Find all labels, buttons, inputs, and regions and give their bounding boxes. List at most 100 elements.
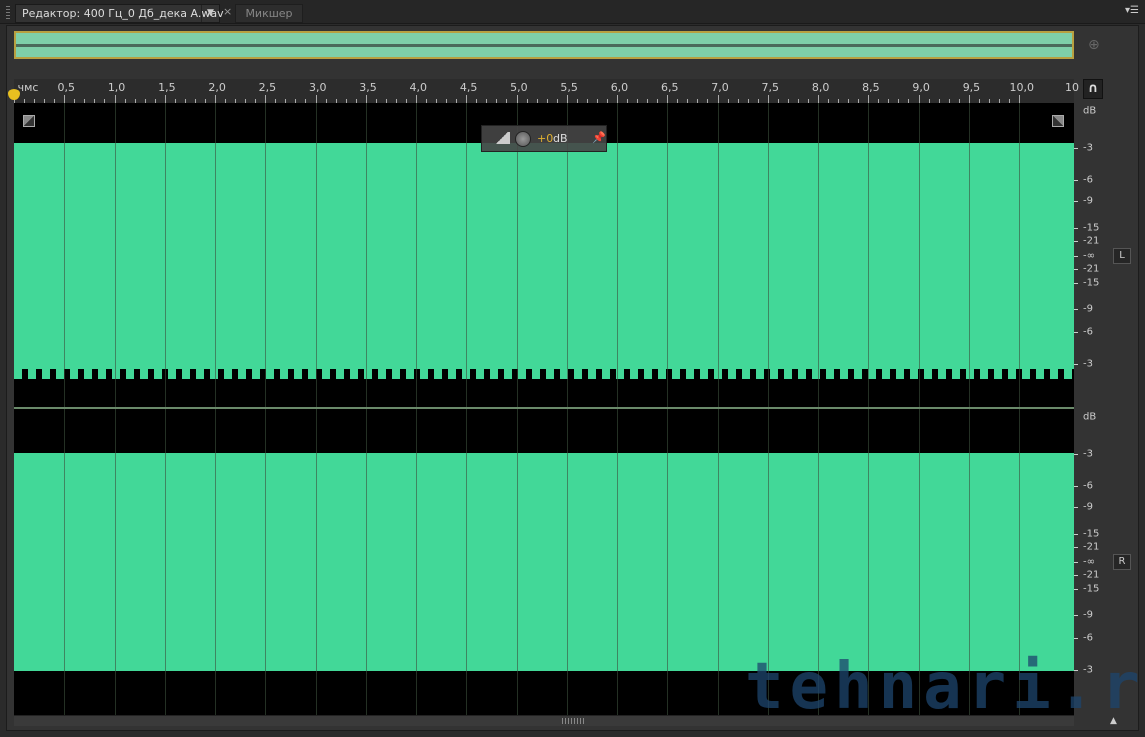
db-tick: [1074, 562, 1078, 563]
ruler-label: 4,0: [409, 81, 428, 94]
tab-mixer-label: Микшер: [245, 7, 293, 20]
gain-value[interactable]: +0: [537, 132, 553, 145]
grid-line: [365, 103, 367, 407]
ruler-tick: [265, 95, 267, 103]
ruler-tick: [566, 95, 568, 103]
grid-line: [315, 103, 317, 407]
db-label: -21: [1083, 235, 1100, 247]
db-label: -9: [1083, 501, 1093, 513]
ruler-tick: [64, 95, 66, 103]
ruler-label: 1,0: [107, 81, 126, 94]
db-label: dB: [1083, 411, 1097, 423]
ruler-tick: [818, 95, 819, 103]
grid-line: [215, 409, 216, 715]
grid-line: [64, 409, 66, 715]
waveform-edge: [14, 369, 1074, 379]
grid-line: [667, 409, 669, 715]
grid-line: [114, 409, 116, 715]
db-tick: [1074, 269, 1078, 270]
tab-mixer[interactable]: Микшер: [235, 4, 303, 23]
channel-right-button[interactable]: R: [1113, 554, 1131, 570]
db-tick: [1074, 638, 1078, 639]
db-tick: [1074, 332, 1078, 333]
ruler-tick: [365, 95, 367, 103]
db-label: -6: [1083, 174, 1093, 186]
db-tick: [1074, 534, 1078, 535]
grid-line: [416, 103, 417, 407]
db-tick: [1074, 148, 1078, 149]
panel-grip[interactable]: [6, 6, 10, 20]
grid-line: [968, 103, 970, 407]
snap-magnet-button[interactable]: ∩: [1083, 79, 1103, 99]
db-label: -9: [1083, 195, 1093, 207]
db-label: -∞: [1083, 556, 1095, 568]
ruler-label: 3,0: [308, 81, 327, 94]
ruler-tick: [416, 95, 417, 103]
scroll-thumb[interactable]: [562, 718, 586, 724]
ruler-tick: [667, 95, 669, 103]
ruler-label: 8,0: [811, 81, 830, 94]
watermark: tehnari.ru: [745, 650, 1145, 724]
ruler-tick: [315, 95, 317, 103]
db-tick: [1074, 201, 1078, 202]
grid-line: [918, 103, 920, 407]
waveform: [14, 143, 1074, 371]
ruler-label: 10: [1065, 81, 1079, 94]
hud-gain-control: +0 dB 📌: [481, 125, 607, 152]
channel-label: R: [1118, 556, 1126, 567]
ruler-unit: чмс: [17, 81, 39, 94]
grid-line: [365, 409, 367, 715]
grid-line: [466, 103, 468, 407]
ruler-label: 5,0: [510, 81, 528, 94]
db-tick: [1074, 507, 1078, 508]
db-label: -9: [1083, 609, 1093, 621]
time-ruler[interactable]: чмс 0,5 1,0 1,5 2,0 2,5 3,0 3,5 4,0 4,5 5,0 5,5 6,0…: [14, 79, 1079, 103]
fade-in-handle[interactable]: [23, 115, 35, 127]
file-dropdown-button[interactable]: ▼: [201, 5, 219, 22]
ruler-tick: [466, 95, 468, 103]
grid-line: [416, 409, 417, 715]
grid-line: [617, 103, 618, 407]
ruler-tick: [114, 95, 116, 103]
ruler-tick: [617, 95, 618, 103]
gain-unit: dB: [553, 132, 568, 145]
db-label: -15: [1083, 583, 1100, 595]
ruler-label: 0,5: [57, 81, 76, 94]
grid-line: [265, 103, 267, 407]
ruler-tick: [1019, 95, 1020, 103]
db-label: -21: [1083, 263, 1100, 275]
db-label: -6: [1083, 326, 1093, 338]
grid-line: [516, 409, 518, 715]
close-icon[interactable]: ×: [223, 5, 232, 18]
triangle-down-icon: ▼: [207, 8, 214, 18]
grid-line: [767, 103, 769, 407]
ruler-label: 4,5: [459, 81, 478, 94]
gain-knob[interactable]: [515, 131, 531, 147]
grid-line: [717, 409, 719, 715]
db-tick: [1074, 486, 1078, 487]
magnet-icon: ∩: [1087, 81, 1099, 96]
ruler-label: 6,0: [610, 81, 629, 94]
db-tick: [1074, 256, 1078, 257]
panel-menu-icon[interactable]: ▾☰: [1125, 5, 1139, 16]
zoom-icon[interactable]: ⊕: [1088, 37, 1100, 53]
db-label: -15: [1083, 528, 1100, 540]
db-label: -3: [1083, 358, 1093, 370]
ruler-label: 1,5: [158, 81, 176, 94]
channel-left-button[interactable]: L: [1113, 248, 1131, 264]
grid-line: [265, 409, 267, 715]
ruler-label: 7,5: [761, 81, 780, 94]
pin-icon[interactable]: 📌: [592, 131, 606, 144]
tab-editor[interactable]: Редактор: 400 Гц_0 Дб_дека A.wav: [15, 4, 224, 23]
db-label: -15: [1083, 222, 1100, 234]
ruler-label: 3,5: [359, 81, 377, 94]
overview-navigator[interactable]: [14, 31, 1074, 59]
db-label: -15: [1083, 277, 1100, 289]
grid-line: [164, 103, 166, 407]
db-tick: [1074, 454, 1078, 455]
grid-line: [1019, 103, 1020, 407]
ruler-tick: [164, 95, 166, 103]
fade-out-handle[interactable]: [1052, 115, 1064, 127]
ruler-label: 10,0: [1009, 81, 1034, 94]
db-label: -6: [1083, 480, 1093, 492]
